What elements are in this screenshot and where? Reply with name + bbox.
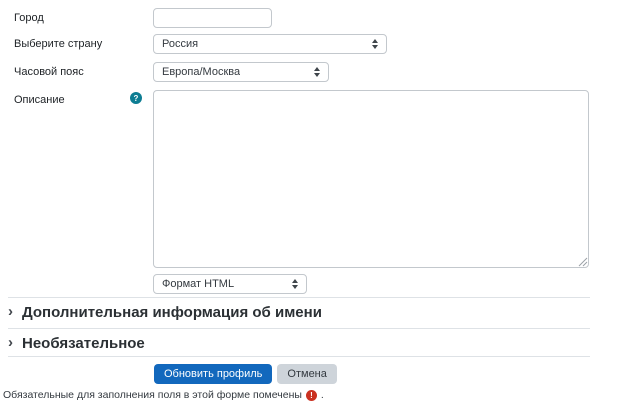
divider (8, 297, 590, 298)
required-note-suffix: . (321, 389, 324, 401)
section-additional-names[interactable]: › Дополнительная информация об имени (8, 304, 322, 321)
section-optional[interactable]: › Необязательное (8, 335, 145, 352)
format-select-value: Формат HTML (162, 278, 234, 290)
select-arrows-icon (292, 279, 298, 289)
chevron-right-icon: › (8, 304, 13, 319)
cancel-button[interactable]: Отмена (277, 364, 336, 384)
form-actions: Обновить профиль Отмена (154, 364, 337, 384)
profile-edit-form: Город Выберите страну Россия Часовой поя… (0, 0, 624, 406)
timezone-select[interactable]: Европа/Москва (153, 62, 329, 82)
required-note-text: Обязательные для заполнения поля в этой … (3, 389, 302, 401)
city-input[interactable] (153, 8, 272, 28)
country-select[interactable]: Россия (153, 34, 387, 54)
section-title: Дополнительная информация об имени (22, 304, 322, 321)
divider (8, 356, 590, 357)
update-profile-button[interactable]: Обновить профиль (154, 364, 272, 384)
format-select[interactable]: Формат HTML (153, 274, 307, 294)
timezone-select-value: Европа/Москва (162, 66, 240, 78)
select-arrows-icon (314, 67, 320, 77)
chevron-right-icon: › (8, 335, 13, 350)
description-label: Описание (14, 95, 65, 106)
timezone-label: Часовой пояс (14, 67, 84, 78)
city-label: Город (14, 13, 44, 24)
country-select-value: Россия (162, 38, 198, 50)
divider (8, 328, 590, 329)
description-textarea[interactable] (153, 90, 589, 268)
section-title: Необязательное (22, 335, 145, 352)
required-icon: ! (306, 390, 317, 401)
country-label: Выберите страну (14, 39, 102, 50)
help-icon[interactable]: ? (130, 92, 142, 104)
select-arrows-icon (372, 39, 378, 49)
required-fields-note: Обязательные для заполнения поля в этой … (3, 389, 324, 401)
